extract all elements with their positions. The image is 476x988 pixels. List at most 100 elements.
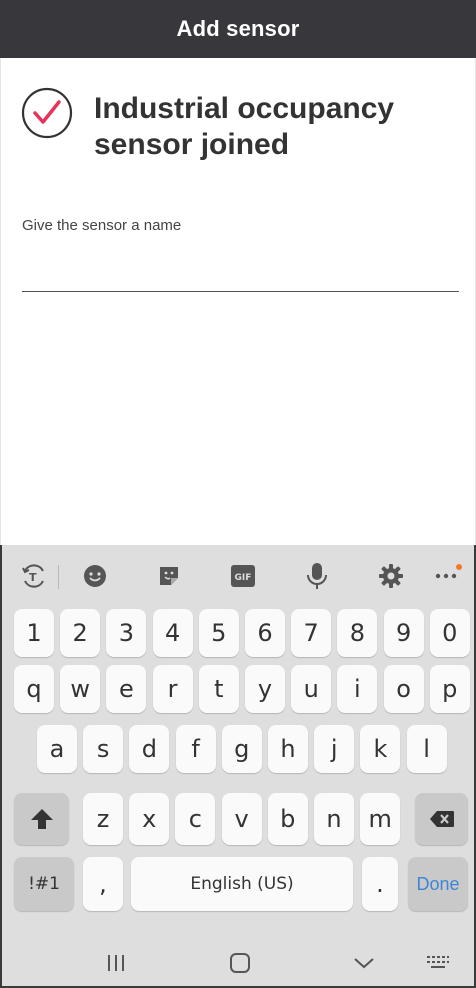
key-6[interactable]: 6	[245, 609, 285, 657]
comma-key-label: ,	[99, 870, 107, 898]
done-key[interactable]: Done	[408, 857, 468, 911]
period-key[interactable]: .	[362, 857, 398, 911]
symbols-key[interactable]: !#1	[14, 857, 74, 911]
key-c-label: c	[188, 805, 202, 833]
key-v[interactable]: v	[221, 793, 262, 845]
key-1-label: 1	[26, 619, 42, 647]
key-f[interactable]: f	[175, 725, 216, 773]
key-g[interactable]: g	[221, 725, 262, 773]
joined-title: Industrial occupancy sensor joined	[94, 92, 395, 161]
key-p-label: p	[442, 675, 458, 703]
text-translate-icon[interactable]: T	[19, 561, 49, 591]
key-9[interactable]: 9	[383, 609, 424, 657]
backspace-icon	[429, 811, 454, 827]
key-4-label: 4	[164, 619, 181, 647]
key-5[interactable]: 5	[198, 609, 239, 657]
shift-icon	[30, 809, 53, 829]
key-y[interactable]: y	[245, 665, 285, 713]
backspace-key[interactable]	[415, 793, 468, 845]
name-field-label: Give the sensor a name	[22, 217, 182, 234]
on-screen-keyboard: T GIF 1 2 3 4 5 6 7 8 9 0 qw e r t y u i o p a s d f g h j k l z x c v b…	[0, 545, 476, 988]
toolbar-separator	[58, 565, 59, 589]
key-d[interactable]: d	[129, 725, 170, 773]
key-i[interactable]: i	[337, 665, 378, 713]
key-s[interactable]: s	[83, 725, 124, 773]
period-key-label: .	[376, 870, 384, 898]
key-l-label: l	[423, 735, 430, 763]
key-k[interactable]: k	[360, 725, 401, 773]
key-j[interactable]: j	[314, 725, 355, 773]
main-content: Industrial occupancy sensor joined Give …	[0, 58, 476, 545]
key-n-label: n	[326, 805, 342, 833]
key-x[interactable]: x	[129, 793, 170, 845]
comma-key[interactable]: ,	[83, 857, 123, 911]
shift-key[interactable]	[14, 793, 69, 845]
key-i-label: i	[354, 675, 361, 703]
page-title: Add sensor	[176, 16, 300, 41]
symbols-key-label: !#1	[28, 874, 60, 894]
key-r[interactable]: r	[152, 665, 193, 713]
key-z-label: z	[96, 805, 110, 833]
key-q-label: q	[26, 675, 42, 703]
svg-text:T: T	[29, 571, 37, 584]
key-4[interactable]: 4	[152, 609, 193, 657]
key-m-label: m	[368, 805, 392, 833]
spacebar-label: English (US)	[190, 874, 294, 894]
home-icon[interactable]	[220, 947, 260, 979]
settings-icon[interactable]	[376, 561, 406, 591]
key-e[interactable]: e	[106, 665, 147, 713]
spacebar[interactable]: English (US)	[131, 857, 353, 911]
key-j-label: j	[330, 735, 338, 763]
key-1[interactable]: 1	[14, 609, 54, 657]
sensor-name-input[interactable]	[22, 238, 459, 292]
joined-status: Industrial occupancy sensor joined	[21, 87, 424, 163]
key-o[interactable]: o	[383, 665, 424, 713]
key-m[interactable]: m	[360, 793, 401, 845]
key-0[interactable]: 0	[429, 609, 470, 657]
key-w-label: w	[70, 675, 90, 703]
key-2-label: 2	[72, 619, 88, 647]
key-8-label: 8	[349, 619, 366, 647]
key-3[interactable]: 3	[106, 609, 147, 657]
key-6-label: 6	[257, 619, 273, 647]
recent-apps-icon[interactable]	[96, 947, 136, 979]
sticker-icon[interactable]	[154, 561, 184, 591]
key-7-label: 7	[303, 619, 319, 647]
notification-dot	[456, 564, 462, 570]
done-key-label: Done	[416, 873, 460, 894]
key-0-label: 0	[442, 619, 458, 647]
key-w[interactable]: w	[60, 665, 101, 713]
key-t[interactable]: t	[198, 665, 239, 713]
key-a[interactable]: a	[37, 725, 77, 773]
key-r-label: r	[167, 675, 178, 703]
gif-label: GIF	[235, 573, 252, 583]
key-8[interactable]: 8	[337, 609, 378, 657]
microphone-icon[interactable]	[302, 561, 332, 591]
key-u[interactable]: u	[291, 665, 332, 713]
key-a-label: a	[49, 735, 65, 763]
key-x-label: x	[142, 805, 157, 833]
key-v-label: v	[234, 805, 249, 833]
key-z[interactable]: z	[83, 793, 123, 845]
emoji-icon[interactable]	[80, 561, 110, 591]
back-icon[interactable]	[344, 947, 384, 979]
key-q[interactable]: q	[14, 665, 54, 713]
key-b[interactable]: b	[267, 793, 308, 845]
key-5-label: 5	[211, 619, 227, 647]
keyboard-icon[interactable]	[418, 947, 458, 979]
key-7[interactable]: 7	[291, 609, 332, 657]
key-p[interactable]: p	[429, 665, 470, 713]
key-2[interactable]: 2	[60, 609, 101, 657]
key-n[interactable]: n	[314, 793, 354, 845]
key-e-label: e	[119, 675, 134, 703]
key-t-label: t	[214, 675, 224, 703]
gif-icon[interactable]: GIF	[228, 561, 258, 591]
app-header: Add sensor	[0, 0, 476, 58]
key-d-label: d	[141, 735, 157, 763]
key-l[interactable]: l	[406, 725, 447, 773]
key-y-label: y	[257, 675, 273, 703]
key-s-label: s	[96, 735, 110, 763]
key-c[interactable]: c	[175, 793, 216, 845]
key-h[interactable]: h	[268, 725, 308, 773]
key-f-label: f	[191, 735, 200, 763]
